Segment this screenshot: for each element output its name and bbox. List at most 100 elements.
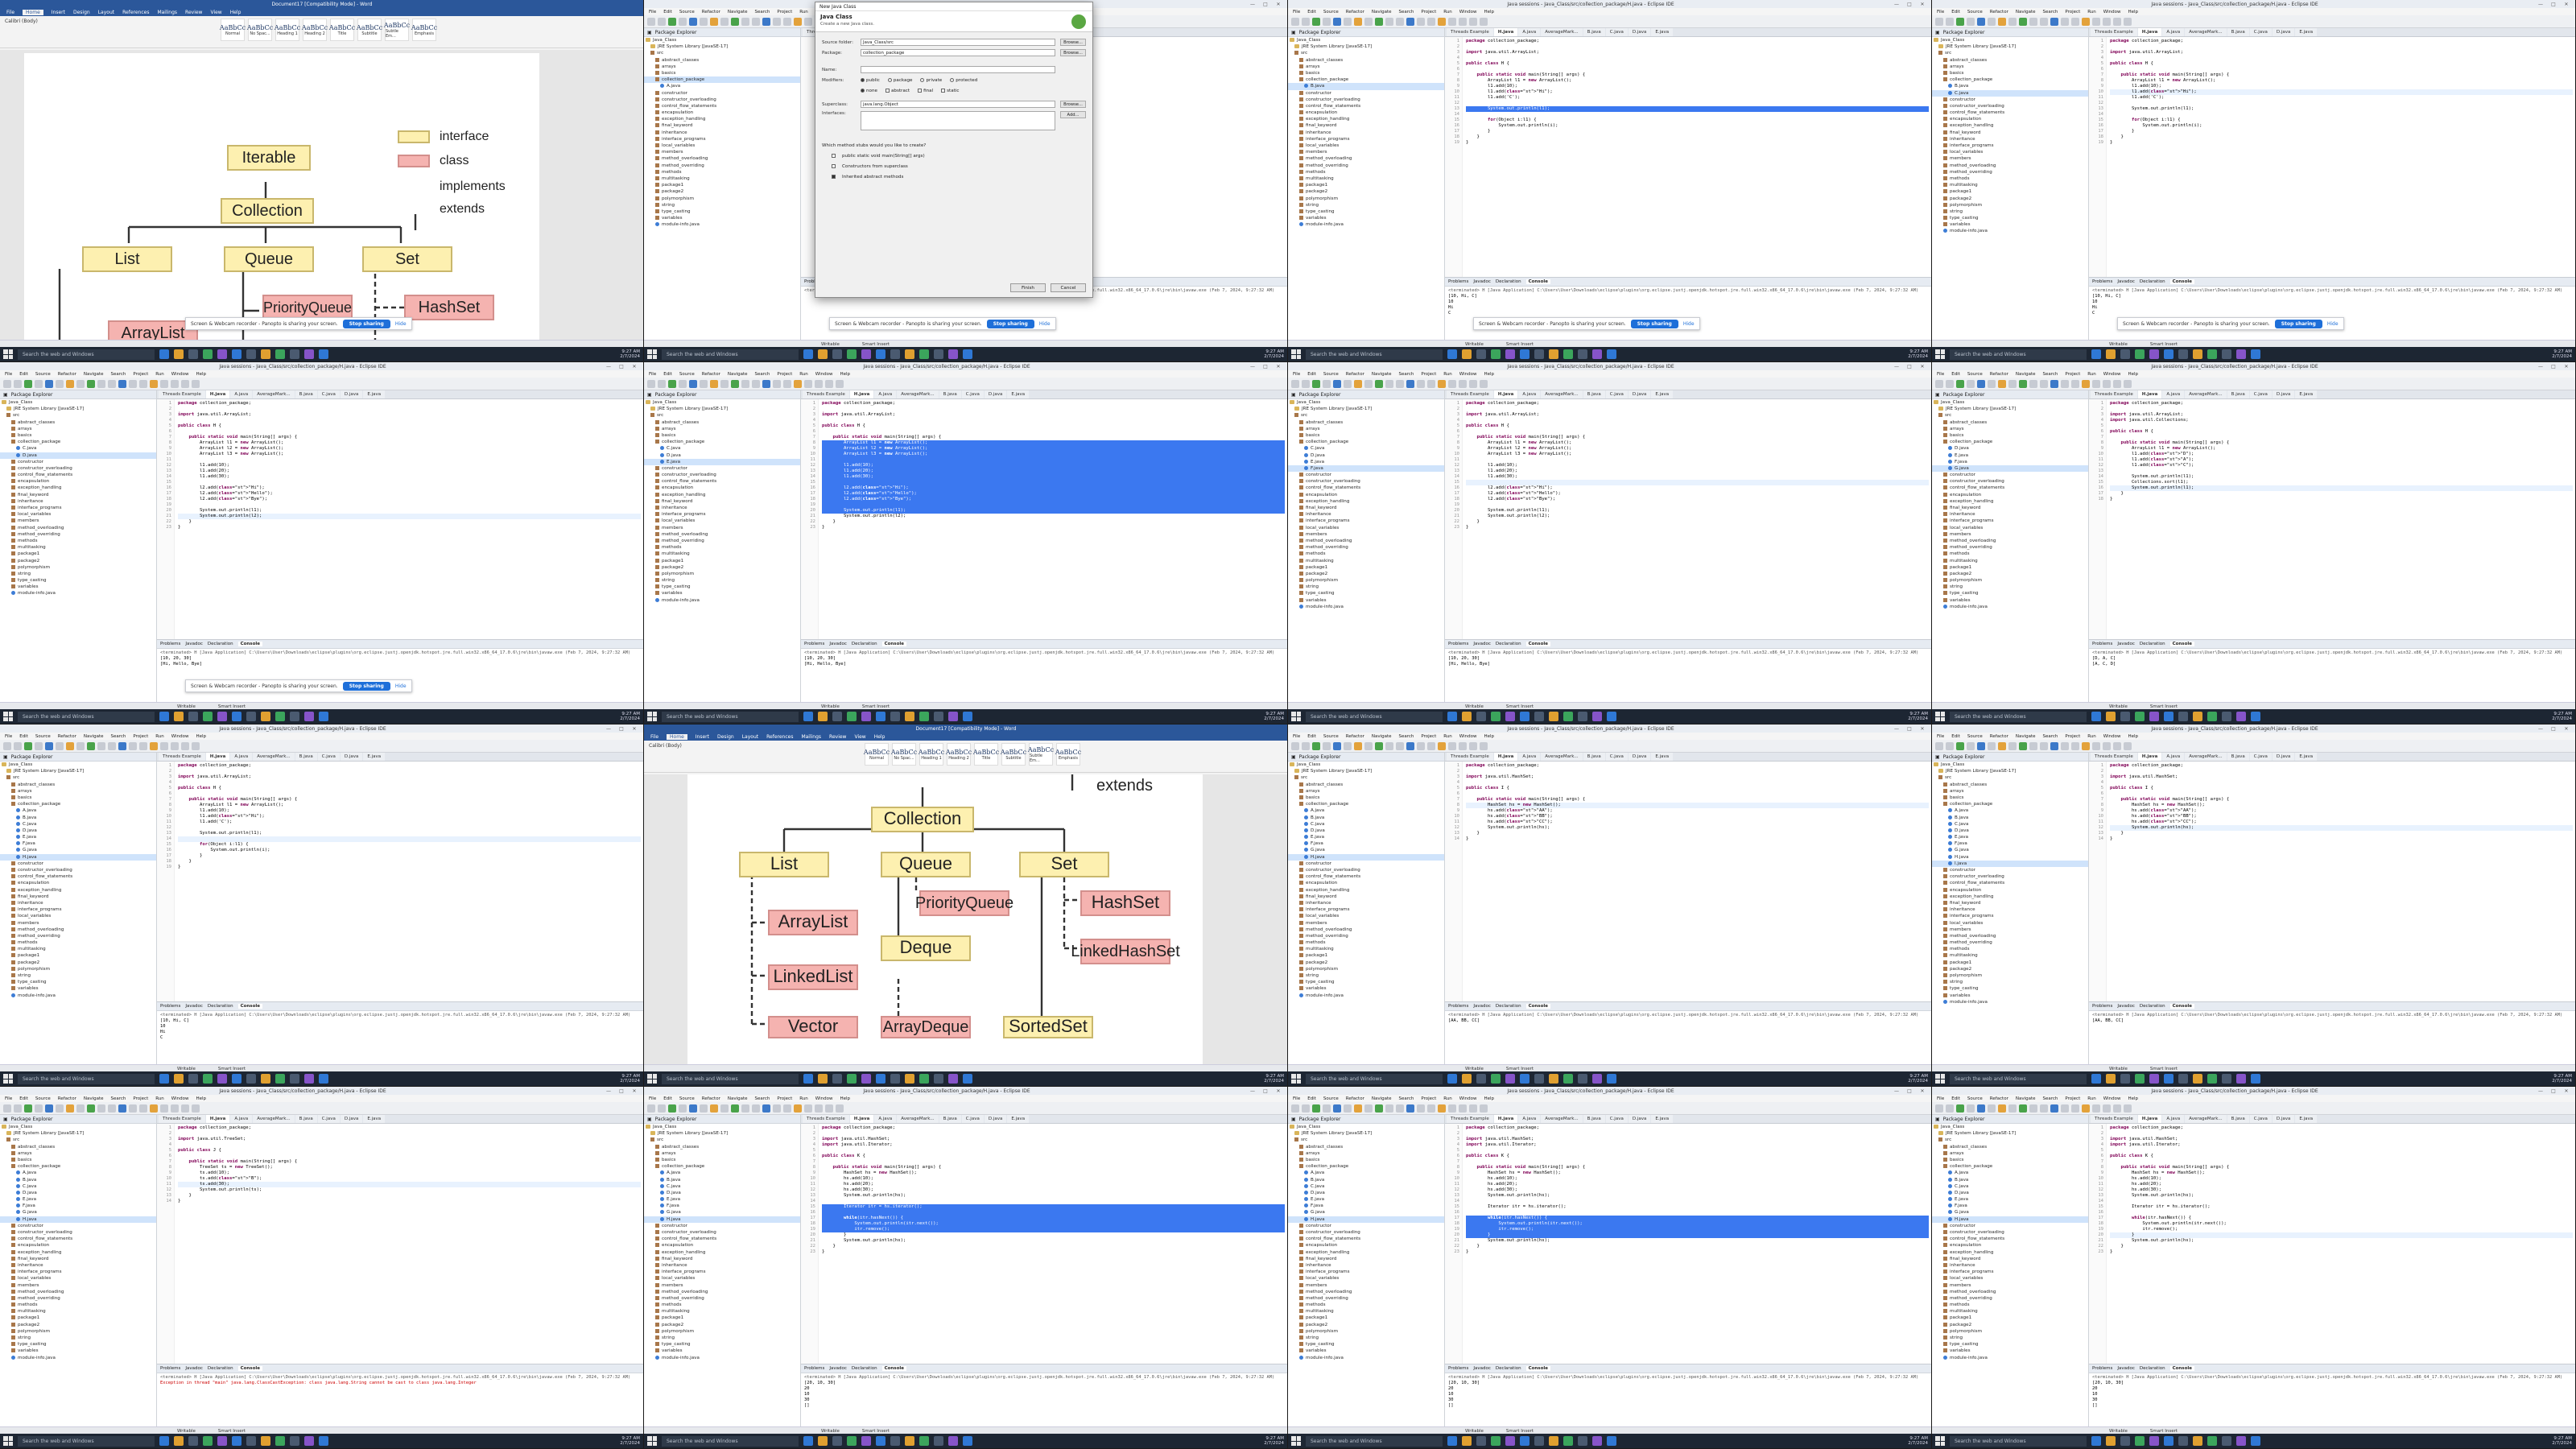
package-explorer-item[interactable]: string: [1932, 208, 2088, 215]
code-line[interactable]: [1466, 112, 1929, 118]
toolbar-button[interactable]: [56, 1104, 64, 1113]
taskbar-app-icon[interactable]: [1476, 1436, 1486, 1446]
editor-tab[interactable]: D.java: [2272, 28, 2295, 36]
code-line[interactable]: System.out.println(hs);: [2110, 1238, 2573, 1244]
editor-tab[interactable]: AverageMark...: [2185, 390, 2227, 398]
code-area[interactable]: package collection_package; import java.u…: [175, 1124, 643, 1364]
windows-start-icon[interactable]: [1935, 349, 1945, 359]
code-line[interactable]: System.out.println(l2);: [1466, 514, 1929, 519]
package-explorer-item[interactable]: arrays: [1288, 64, 1444, 70]
modifier-option[interactable]: static: [941, 88, 959, 93]
code-line[interactable]: l2.add(class="st">"Hello");: [1466, 491, 1929, 497]
package-explorer-file[interactable]: G.java: [1932, 464, 2088, 473]
console-tab[interactable]: Javadoc: [2117, 642, 2135, 646]
toolbar-button[interactable]: [1364, 379, 1373, 388]
toolbar-button[interactable]: [2082, 741, 2090, 750]
taskbar-app-icon[interactable]: [2236, 1436, 2246, 1446]
toolbar-button[interactable]: [1998, 379, 2006, 388]
toolbar-button[interactable]: [752, 379, 760, 388]
taskbar-app-icon[interactable]: [1491, 1436, 1501, 1446]
package-explorer-item[interactable]: module-info.java: [1288, 604, 1444, 610]
taskbar-app-icon[interactable]: [1462, 712, 1472, 721]
package-explorer-item[interactable]: abstract_classes: [1932, 1144, 2088, 1150]
toolbar-button[interactable]: [1977, 741, 1985, 750]
console-tab[interactable]: Console: [1525, 642, 1550, 646]
package-explorer-item[interactable]: constructor_overloading: [644, 1229, 800, 1236]
code-line[interactable]: l1.add('C');: [2110, 95, 2573, 101]
menu-item[interactable]: Project: [2065, 1096, 2080, 1101]
taskbar-app-icon[interactable]: [1505, 1074, 1515, 1084]
package-explorer-item[interactable]: string: [644, 202, 800, 208]
toolbar-button[interactable]: [1967, 17, 1975, 26]
toolbar-button[interactable]: [2113, 1104, 2121, 1113]
code-line[interactable]: ArrayList l3 = new ArrayList();: [1466, 452, 1929, 457]
code-line[interactable]: package collection_package;: [822, 1125, 1285, 1131]
taskbar-app-icon[interactable]: [1549, 712, 1558, 721]
style-gallery-item[interactable]: AaBbCc Subtitle: [1001, 743, 1026, 766]
menu-item[interactable]: Source: [35, 372, 51, 377]
package-explorer-item[interactable]: inheritance: [1932, 511, 2088, 518]
taskbar-app-icon[interactable]: [304, 1074, 314, 1084]
editor-tab[interactable]: Threads Example: [159, 1115, 205, 1123]
code-line[interactable]: }: [2110, 497, 2573, 502]
package-explorer-item[interactable]: local_variables: [0, 913, 156, 919]
toolbar-button[interactable]: [2040, 17, 2048, 26]
package-explorer-item[interactable]: JRE System Library [JavaSE-17]: [1288, 406, 1444, 412]
package-explorer-file[interactable]: B.java: [1288, 815, 1444, 821]
taskbar-app-icon[interactable]: [1607, 1074, 1616, 1084]
package-explorer-item[interactable]: src: [644, 1137, 800, 1143]
toolbar-button[interactable]: [1935, 17, 1943, 26]
hide-link[interactable]: Hide: [395, 321, 407, 327]
taskbar-app-icon[interactable]: [818, 712, 828, 721]
package-explorer-item[interactable]: constructor: [1932, 472, 2088, 478]
code-line[interactable]: public class H {: [822, 423, 1285, 429]
editor-tab[interactable]: Threads Example: [803, 390, 849, 398]
package-explorer-item[interactable]: members: [1932, 155, 2088, 162]
taskbar-app-icon[interactable]: [275, 1074, 285, 1084]
package-explorer-item[interactable]: package2: [1932, 966, 2088, 972]
editor-tab[interactable]: C.java: [1605, 28, 1628, 36]
ribbon-tab[interactable]: File: [650, 734, 658, 740]
package-explorer-item[interactable]: basics: [1288, 1157, 1444, 1163]
package-explorer-item[interactable]: method_overriding: [1288, 163, 1444, 169]
package-explorer-item[interactable]: encapsulation: [1288, 1242, 1444, 1249]
taskbar-app-icon[interactable]: [803, 349, 813, 359]
console-tab[interactable]: Console: [1525, 1366, 1550, 1371]
package-explorer-item[interactable]: variables: [0, 1348, 156, 1354]
code-line[interactable]: }: [2110, 491, 2573, 497]
editor-tab[interactable]: B.java: [295, 753, 317, 761]
package-explorer-item[interactable]: abstract_classes: [1288, 782, 1444, 788]
taskbar-app-icon[interactable]: [159, 1074, 169, 1084]
code-editor[interactable]: 1 2 3 4 5 6 7 8 9 10 11 12 13 14 15 16 17 18 19 20 21 22 23 pa…: [801, 399, 1287, 639]
toolbar-button[interactable]: [720, 379, 729, 388]
code-line[interactable]: [2110, 1159, 2573, 1165]
package-explorer-item[interactable]: method_overloading: [0, 525, 156, 531]
package-explorer-item[interactable]: module-info.java: [1932, 228, 2088, 234]
editor-tab[interactable]: E.java: [2295, 1115, 2318, 1123]
taskbar-app-icon[interactable]: [2193, 1074, 2202, 1084]
ribbon-tab[interactable]: References: [122, 10, 149, 15]
package-explorer-item[interactable]: string: [1288, 972, 1444, 979]
toolbar-button[interactable]: [129, 1104, 137, 1113]
toolbar-button[interactable]: [2061, 741, 2069, 750]
ribbon-tab[interactable]: Layout: [742, 734, 758, 740]
package-explorer-item[interactable]: type_casting: [644, 208, 800, 215]
taskbar-search[interactable]: Search the web and Windows: [1950, 349, 2087, 360]
code-line[interactable]: l1.add(class="st">"A");: [2110, 457, 2573, 463]
package-explorer-item[interactable]: src: [1288, 50, 1444, 56]
taskbar-app-icon[interactable]: [1578, 1074, 1587, 1084]
toolbar-button[interactable]: [2050, 1104, 2058, 1113]
toolbar-button[interactable]: [1935, 741, 1943, 750]
code-line[interactable]: [822, 429, 1285, 435]
package-explorer-item[interactable]: exception_handling: [1288, 116, 1444, 122]
package-explorer-item[interactable]: JRE System Library [JavaSE-17]: [644, 43, 800, 50]
console-tab[interactable]: Problems: [2092, 642, 2112, 646]
code-line[interactable]: [2110, 423, 2573, 429]
toolbar-button[interactable]: [14, 379, 22, 388]
taskbar-app-icon[interactable]: [2193, 349, 2202, 359]
package-explorer-item[interactable]: members: [0, 920, 156, 927]
code-line[interactable]: }: [822, 1244, 1285, 1249]
taskbar-app-icon[interactable]: [1578, 712, 1587, 721]
menu-item[interactable]: Navigate: [1372, 1096, 1392, 1101]
package-explorer-item[interactable]: abstract_classes: [1932, 782, 2088, 788]
